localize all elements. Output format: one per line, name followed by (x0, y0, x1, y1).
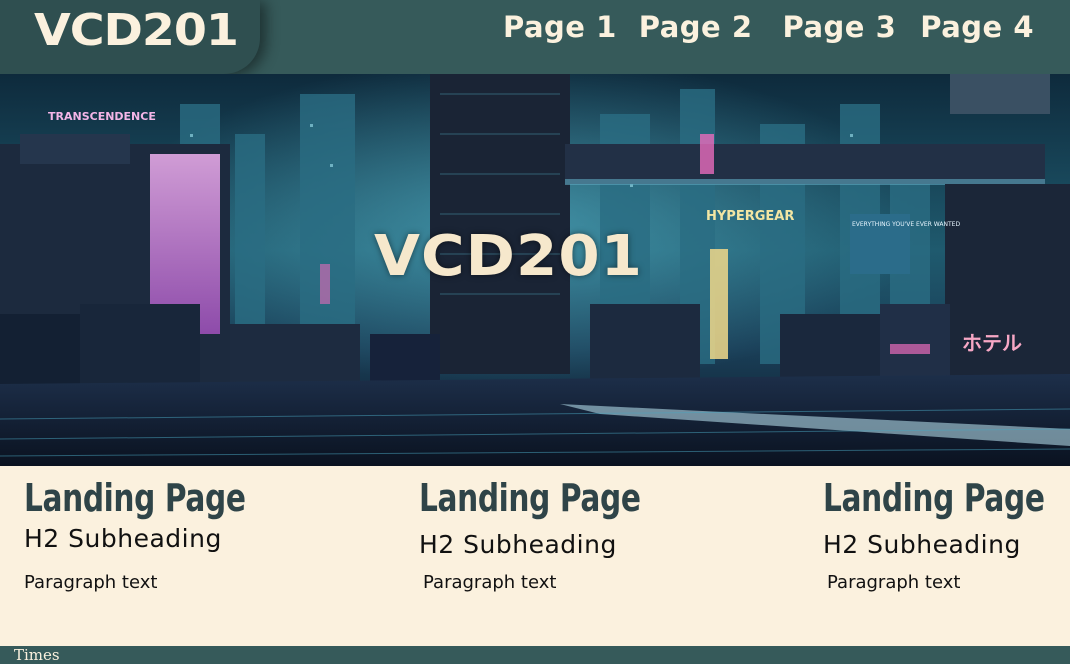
column-paragraph: Paragraph text (24, 572, 158, 593)
top-nav-bar: VCD201 Page 1 Page 2 Page 3 Page 4 (0, 0, 1070, 74)
main-nav: Page 1 Page 2 Page 3 Page 4 (503, 10, 1034, 50)
column-subheading: H2 Subheading (823, 530, 1021, 559)
nav-link-page-3[interactable]: Page 3 (783, 10, 897, 50)
column-heading: Landing Page (419, 476, 641, 520)
hero-sign-hypergear: HYPERGEAR (706, 209, 794, 224)
column-subheading: H2 Subheading (419, 530, 617, 559)
hero-sign-hotel-jp: ホテル (962, 331, 1022, 355)
nav-link-page-2[interactable]: Page 2 (639, 10, 753, 50)
content-columns: Landing Page H2 Subheading Paragraph tex… (0, 466, 1070, 646)
hero-sign-transcendence: TRANSCENDENCE (48, 110, 156, 123)
column-paragraph: Paragraph text (827, 572, 961, 593)
site-logo[interactable]: VCD201 (34, 5, 239, 56)
nav-link-page-1[interactable]: Page 1 (503, 10, 617, 50)
column-subheading: H2 Subheading (24, 524, 222, 553)
footer-bar: Times (0, 646, 1070, 664)
logo-container[interactable]: VCD201 (0, 0, 260, 74)
column-paragraph: Paragraph text (423, 572, 557, 593)
footer-text: Times (14, 646, 60, 664)
column-heading: Landing Page (823, 476, 1045, 520)
nav-link-page-4[interactable]: Page 4 (920, 10, 1034, 50)
hero-banner-image: TRANSCENDENCE ホテル EVERYTHING YOU'VE EVER… (0, 74, 1070, 466)
hero-title: VCD201 (374, 224, 644, 289)
hero-sign-tower-ad: EVERYTHING YOU'VE EVER WANTED (852, 221, 960, 228)
column-heading: Landing Page (24, 476, 246, 520)
